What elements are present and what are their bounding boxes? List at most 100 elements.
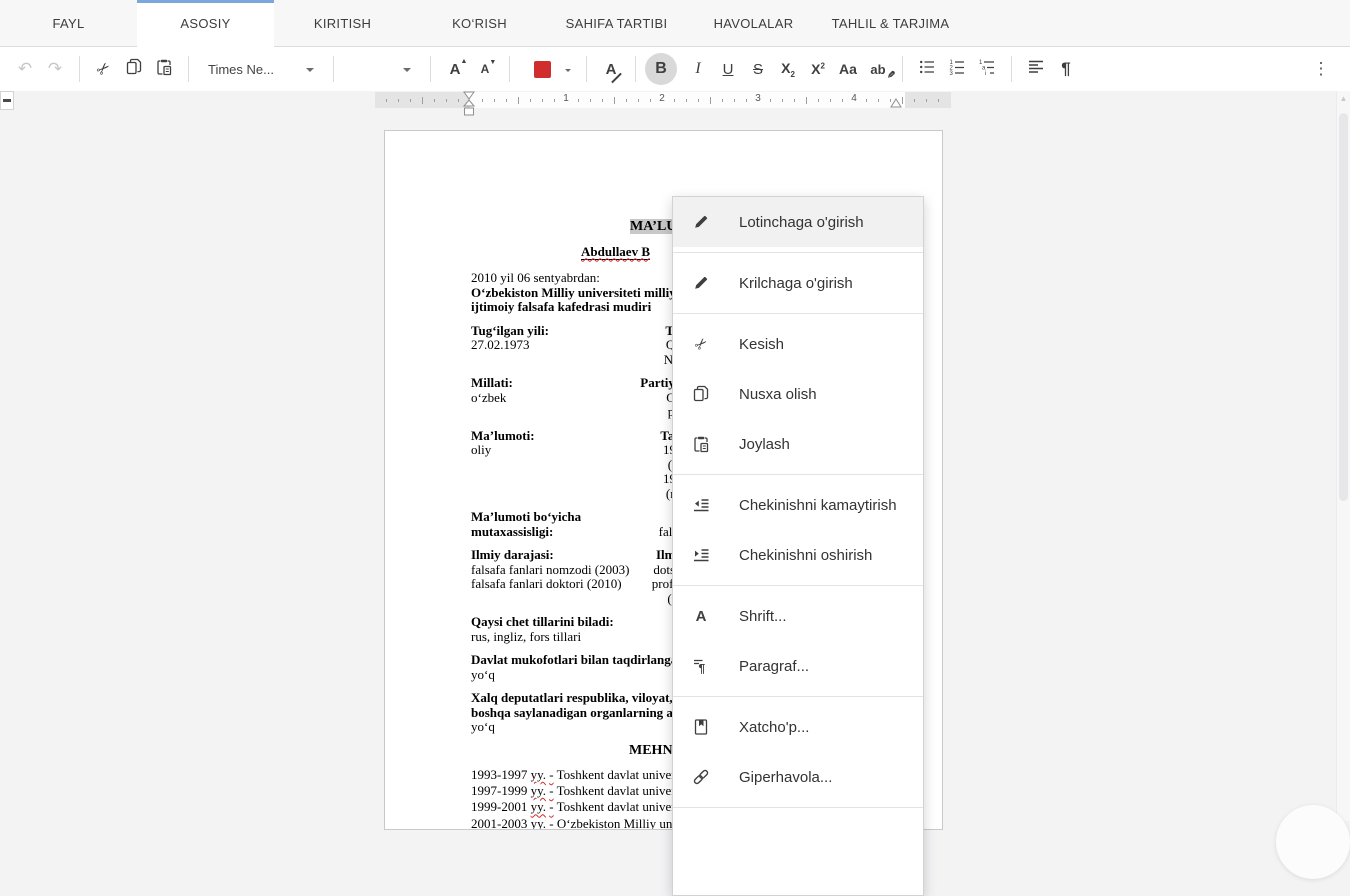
toolbar-divider — [509, 56, 510, 82]
highlight-color-button[interactable]: A — [596, 54, 626, 84]
tab-kiritish[interactable]: KIRITISH — [274, 0, 411, 46]
scroll-up-arrow-icon[interactable]: ▲ — [1337, 94, 1350, 103]
ruler-tick — [938, 99, 939, 102]
tab-label: HAVOLALAR — [714, 16, 794, 31]
ruler-tick — [866, 99, 867, 102]
floating-action-button[interactable] — [1276, 805, 1350, 879]
numbered-list-icon: 123 — [948, 58, 966, 80]
increase-font-button[interactable]: A▲ — [440, 54, 470, 84]
font-name-select[interactable]: Times Ne... — [198, 54, 324, 84]
decrease-indent-icon — [692, 496, 710, 514]
numbered-list-button[interactable]: 123 — [942, 54, 972, 84]
paragraph-icon: ¶ — [692, 657, 710, 675]
menu-item-label: Joylash — [739, 436, 790, 453]
tab-havolalar[interactable]: HAVOLALAR — [685, 0, 822, 46]
font-color-dropdown-icon[interactable] — [565, 69, 571, 72]
font-icon: A — [692, 607, 710, 625]
ruler-tick — [422, 97, 423, 104]
redo-button[interactable]: ↷ — [40, 54, 70, 84]
menu-item-joylash[interactable]: Joylash — [673, 419, 923, 469]
font-color-button[interactable] — [527, 54, 557, 84]
ruler-tick — [770, 99, 771, 102]
undo-button[interactable]: ↶ — [10, 54, 40, 84]
tab-tahlil-tarjima[interactable]: TAHLIL & TARJIMA — [822, 0, 959, 46]
strikethrough-button[interactable]: S — [743, 54, 773, 84]
ruler-tick — [746, 99, 747, 102]
align-button[interactable] — [1021, 54, 1051, 84]
ruler-tick — [794, 99, 795, 102]
copy-button[interactable] — [119, 54, 149, 84]
pencil-icon — [692, 213, 710, 231]
right-indent-marker[interactable] — [890, 98, 902, 108]
increase-indent-icon — [692, 546, 710, 564]
toolbar-divider — [188, 56, 189, 82]
superscript-button[interactable]: X2 — [803, 54, 833, 84]
subscript-icon: X2 — [781, 60, 795, 79]
tab-sahifa-tartibi[interactable]: SAHIFA TARTIBI — [548, 0, 685, 46]
change-case-icon: Aa — [839, 61, 857, 77]
ruler-tick — [554, 99, 555, 102]
change-case-button[interactable]: Aa — [833, 54, 863, 84]
pilcrow-button[interactable]: ¶ — [1051, 54, 1081, 84]
vertical-scrollbar[interactable]: ▲ — [1336, 91, 1350, 821]
ruler-tick — [410, 99, 411, 102]
ruler-tick — [782, 99, 783, 102]
ruler-tick — [542, 99, 543, 102]
font-size-select[interactable] — [343, 54, 421, 84]
menu-item-krilchaga-o-girish[interactable]: Krilchaga o'girish — [673, 258, 923, 308]
replace-icon: ab✎ — [870, 62, 885, 77]
more-options-button[interactable]: ⋮ — [1306, 54, 1336, 84]
ruler-tick — [446, 99, 447, 102]
menu-item-chekinishni-oshirish[interactable]: Chekinishni oshirish — [673, 530, 923, 580]
scrollbar-thumb[interactable] — [1339, 113, 1348, 501]
menu-item-chekinishni-kamaytirish[interactable]: Chekinishni kamaytirish — [673, 480, 923, 530]
paste-button[interactable] — [149, 54, 179, 84]
menu-item-kesish[interactable]: ✂Kesish — [673, 319, 923, 369]
menu-item-nusxa-olish[interactable]: Nusxa olish — [673, 369, 923, 419]
menu-separator — [673, 474, 923, 475]
menu-item-shrift[interactable]: AShrift... — [673, 591, 923, 641]
ruler-tick — [602, 99, 603, 102]
paste-icon — [692, 435, 710, 453]
cut-icon: ✂ — [92, 57, 116, 81]
menu-item-xatcho-p[interactable]: Xatcho'p... — [673, 702, 923, 752]
menu-item-lotinchaga-o-girish[interactable]: Lotinchaga o'girish — [673, 197, 923, 247]
strikethrough-icon: S — [753, 61, 763, 78]
ruler-tick — [494, 99, 495, 102]
underline-button[interactable]: U — [713, 54, 743, 84]
subtitle-text: Abdullaev B — [581, 244, 650, 260]
ruler-tick — [698, 99, 699, 102]
toolbar-divider — [333, 56, 334, 82]
ruler-tick — [578, 99, 579, 102]
subscript-button[interactable]: X2 — [773, 54, 803, 84]
cut-button[interactable]: ✂ — [89, 54, 119, 84]
tab-ko-rish[interactable]: KO‘RISH — [411, 0, 548, 46]
multilevel-list-button[interactable]: 1ai — [972, 54, 1002, 84]
menu-item-label: Giperhavola... — [739, 769, 832, 786]
menu-item-giperhavola[interactable]: Giperhavola... — [673, 752, 923, 802]
first-line-indent-marker[interactable] — [463, 91, 475, 117]
scissors-icon: ✂ — [692, 335, 710, 353]
menu-item-paragraf[interactable]: ¶Paragraf... — [673, 641, 923, 691]
bookmark-icon — [692, 718, 710, 736]
menu-separator — [673, 313, 923, 314]
menu-item-label: Xatcho'p... — [739, 719, 809, 736]
tab-stop-selector[interactable] — [0, 91, 14, 110]
horizontal-ruler[interactable]: 1234 — [375, 92, 951, 108]
bullet-list-button[interactable] — [912, 54, 942, 84]
tab-fayl[interactable]: FAYL — [0, 0, 137, 46]
ruler-tick — [842, 99, 843, 102]
ruler-number: 1 — [561, 93, 571, 104]
decrease-font-button[interactable]: A▼ — [470, 54, 500, 84]
font-name-value: Times Ne... — [198, 62, 300, 77]
menu-item-label: Nusxa olish — [739, 386, 817, 403]
menu-item-label: Chekinishni oshirish — [739, 547, 872, 564]
replace-button[interactable]: ab✎ — [863, 54, 893, 84]
bold-button[interactable]: B — [645, 53, 677, 85]
pilcrow-icon: ¶ — [1061, 59, 1070, 79]
tab-asosiy[interactable]: ASOSIY — [137, 0, 274, 47]
bullet-list-icon — [918, 58, 936, 80]
toolbar-divider — [1011, 56, 1012, 82]
ruler-tick — [902, 97, 903, 104]
italic-button[interactable]: I — [683, 54, 713, 84]
